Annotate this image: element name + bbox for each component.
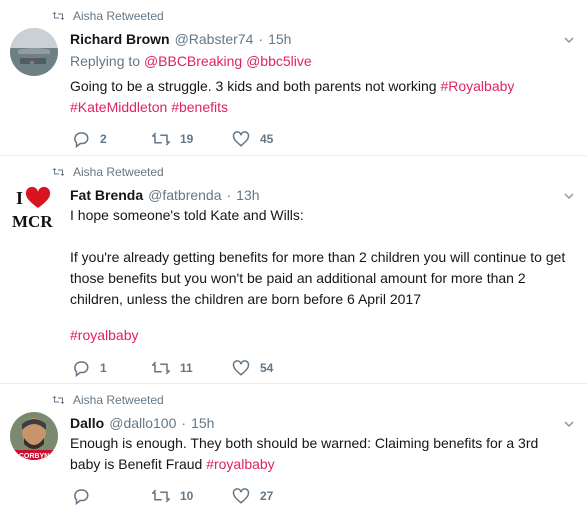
timestamp[interactable]: 13h (236, 187, 259, 203)
heart-icon (232, 360, 250, 376)
reply-icon (74, 489, 89, 505)
retweet-count: 10 (180, 489, 194, 503)
like-button[interactable]: 45 (232, 130, 273, 148)
man-photo-avatar-icon: CORBYN (10, 412, 58, 460)
heart-icon (232, 488, 250, 504)
retweet-button[interactable]: 11 (152, 359, 193, 377)
chevron-down-icon[interactable] (563, 418, 575, 430)
chevron-down-icon[interactable] (563, 190, 575, 202)
tweet-body-paragraph: If you're already getting benefits for m… (70, 249, 566, 307)
avatar[interactable] (10, 28, 58, 76)
author-name[interactable]: Dallo (70, 415, 104, 431)
mention-link[interactable]: @BBCBreaking (144, 53, 242, 69)
tweet-text: I hope someone's told Kate and Wills: (70, 205, 580, 226)
retweet-icon (52, 12, 65, 20)
logo-letter-i: I (16, 188, 23, 208)
tweet-body: Enough is enough. They both should be wa… (70, 435, 539, 472)
separator-dot: · (181, 415, 187, 431)
reply-context: Replying to @BBCBreaking @bbc5live (70, 53, 312, 69)
avatar[interactable]: I MCR (10, 184, 58, 232)
retweet-icon (152, 361, 170, 375)
avatar-badge-text: CORBYN (19, 453, 49, 460)
retweet-count: 19 (180, 132, 194, 146)
author-handle[interactable]: @Rabster74 (175, 31, 254, 47)
tweet-text: #royalbaby (70, 325, 580, 346)
tweet-header: Richard Brown @Rabster74 · 15h (70, 29, 291, 49)
separator-dot: · (226, 187, 232, 203)
timestamp[interactable]: 15h (191, 415, 214, 431)
retweet-icon (152, 489, 170, 503)
reply-button[interactable] (72, 487, 100, 505)
tweet-body: Going to be a struggle. 3 kids and both … (70, 78, 441, 94)
i-love-mcr-logo-icon: I MCR (10, 184, 58, 232)
retweet-button[interactable]: 10 (152, 487, 193, 505)
hashtag-link[interactable]: #benefits (171, 99, 228, 115)
separator-dot: · (258, 31, 264, 47)
tweet-text: Going to be a struggle. 3 kids and both … (70, 76, 580, 118)
chevron-down-icon[interactable] (563, 34, 575, 46)
tweet[interactable]: Aisha Retweeted I MCR Fat Brenda @fatbre… (0, 156, 587, 384)
tweet-text: If you're already getting benefits for m… (70, 247, 580, 310)
tweet[interactable]: Aisha Retweeted Richard Brown @Rabster74… (0, 0, 587, 156)
tweet-body-line: I hope someone's told Kate and Wills: (70, 207, 304, 223)
avatar[interactable]: CORBYN (10, 412, 58, 460)
retweet-icon (52, 168, 65, 176)
logo-letters-mcr: MCR (12, 212, 53, 231)
hashtag-link[interactable]: #Royalbaby (440, 78, 514, 94)
retweet-context: Aisha Retweeted (52, 392, 164, 408)
reply-count: 1 (100, 361, 107, 375)
retweet-label: Aisha Retweeted (73, 9, 164, 23)
like-button[interactable]: 54 (232, 359, 273, 377)
heart-icon (232, 131, 250, 147)
tweet-text: Enough is enough. They both should be wa… (70, 433, 570, 475)
author-handle[interactable]: @fatbrenda (148, 187, 221, 203)
mention-link[interactable]: @bbc5live (246, 53, 312, 69)
retweet-context: Aisha Retweeted (52, 8, 164, 24)
retweet-context: Aisha Retweeted (52, 164, 164, 180)
reply-prefix: Replying to (70, 53, 141, 69)
retweet-icon (152, 132, 170, 146)
hashtag-link[interactable]: #KateMiddleton (70, 99, 167, 115)
retweet-label: Aisha Retweeted (73, 393, 164, 407)
tweet-header: Dallo @dallo100 · 15h (70, 413, 214, 433)
reply-button[interactable]: 1 (72, 359, 107, 377)
reply-icon (74, 132, 89, 148)
retweet-button[interactable]: 19 (152, 130, 193, 148)
like-button[interactable]: 27 (232, 487, 273, 505)
reply-count: 2 (100, 132, 107, 146)
like-count: 54 (260, 361, 274, 375)
like-count: 45 (260, 132, 274, 146)
tweet-header: Fat Brenda @fatbrenda · 13h (70, 185, 260, 205)
tweet[interactable]: Aisha Retweeted CORBYN Dallo @dallo100 ·… (0, 384, 587, 512)
hashtag-link[interactable]: #royalbaby (206, 456, 275, 472)
retweet-icon (52, 396, 65, 404)
author-name[interactable]: Fat Brenda (70, 187, 143, 203)
timestamp[interactable]: 15h (268, 31, 291, 47)
retweet-count: 11 (180, 361, 193, 375)
author-name[interactable]: Richard Brown (70, 31, 170, 47)
author-handle[interactable]: @dallo100 (109, 415, 176, 431)
like-count: 27 (260, 489, 274, 503)
sea-photo-avatar-icon (10, 28, 58, 76)
reply-icon (74, 361, 89, 377)
hashtag-link[interactable]: #royalbaby (70, 327, 139, 343)
retweet-label: Aisha Retweeted (73, 165, 164, 179)
reply-button[interactable]: 2 (72, 130, 107, 148)
